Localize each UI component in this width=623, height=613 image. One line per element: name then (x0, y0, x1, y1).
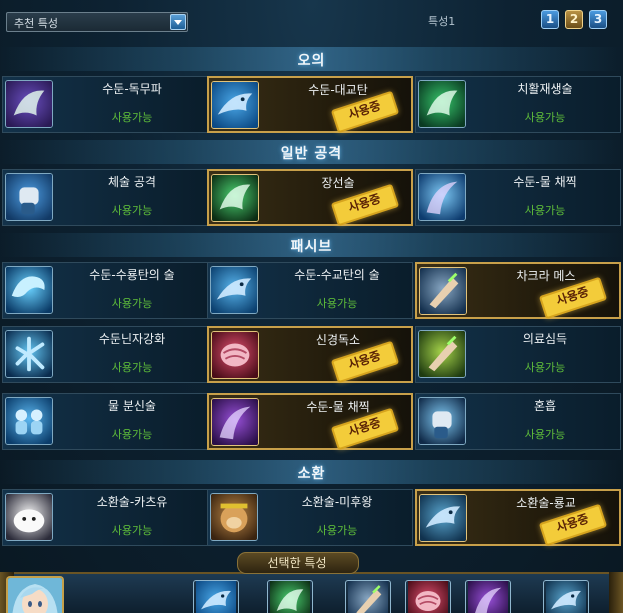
skill-card[interactable]: 수둔-수룡탄의 술사용가능 (2, 262, 208, 319)
skill-name: 수둔-수룡탄의 술 (89, 268, 175, 282)
skill-status: 사용가능 (111, 297, 153, 310)
section-title: 오의 (297, 53, 326, 69)
glowing-fist-icon (418, 397, 466, 445)
skill-card[interactable]: 체술 공격사용가능 (2, 169, 208, 226)
section-title: 일반 공격 (280, 146, 343, 162)
section-header-basic-attack: 일반 공격 (0, 140, 623, 164)
water-whip-icon (418, 173, 466, 221)
skill-status: 사용가능 (524, 428, 566, 441)
page-label: 특성1 (428, 15, 456, 28)
skill-name: 소환술-카츠유 (96, 495, 168, 509)
skill-card[interactable]: 수둔닌자강화사용가능 (2, 326, 208, 383)
chevron-down-icon[interactable] (170, 14, 186, 30)
skill-status: 사용가능 (524, 111, 566, 124)
skill-status: 사용가능 (111, 204, 153, 217)
page-button-2[interactable]: 2 (565, 10, 583, 29)
skill-card[interactable]: 치활재생술사용가능 (415, 76, 621, 133)
chakra-scalpel-icon[interactable] (345, 580, 391, 613)
skill-name: 치활재생술 (517, 82, 573, 96)
medical-hand-icon (418, 330, 466, 378)
skill-name: 체술 공격 (108, 175, 156, 189)
skill-card[interactable]: 장선술 사용중 (207, 169, 413, 227)
skill-name: 수둔-물 채찍 (513, 175, 577, 189)
skill-card[interactable]: 혼흡사용가능 (415, 393, 621, 450)
green-palm-icon (211, 174, 259, 222)
water-clone-icon (5, 397, 53, 445)
water-dragon-icon (5, 266, 53, 314)
purple-whip-icon[interactable] (465, 580, 511, 613)
brain-toxin-icon[interactable] (405, 580, 451, 613)
skill-status: 사용가능 (111, 361, 153, 374)
dropdown-label: 추천 특성 (14, 17, 58, 30)
section-title: 소환 (297, 466, 326, 482)
skill-card[interactable]: 수둔-대교탄 사용중 (207, 76, 413, 134)
skill-card[interactable]: 차크라 메스 사용중 (415, 262, 621, 320)
skill-card[interactable]: 수둔-물 채찍 사용중 (207, 393, 413, 451)
section-header-passive: 패시브 (0, 233, 623, 257)
dragon-shark-icon[interactable] (543, 580, 589, 613)
dragon-shark-icon (419, 494, 467, 542)
skill-card[interactable]: 소환술-룡교 사용중 (415, 489, 621, 547)
fist-icon (5, 173, 53, 221)
skill-card[interactable]: 수둔-수교탄의 술사용가능 (207, 262, 413, 319)
skill-name: 혼흡 (533, 399, 557, 413)
skill-card[interactable]: 물 분신술사용가능 (2, 393, 208, 450)
section-header-summon: 소환 (0, 460, 623, 484)
water-kanji-icon (5, 330, 53, 378)
selected-talents-panel: 선택한 특성 (0, 552, 623, 613)
chakra-scalpel-icon (419, 267, 467, 315)
skill-card[interactable]: 수둔-독무파사용가능 (2, 76, 208, 133)
monkey-king-icon (210, 493, 258, 541)
healing-hand-icon (418, 80, 466, 128)
character-portrait (6, 576, 64, 613)
skill-name: 의료심득 (522, 332, 568, 346)
top-bar: 추천 특성 특성1 1 2 3 (0, 0, 623, 44)
section-header-ougi: 오의 (0, 47, 623, 71)
skill-status: 사용가능 (316, 297, 358, 310)
skill-status: 사용가능 (524, 204, 566, 217)
water-shark-small-icon (210, 266, 258, 314)
selected-talents-title: 선택한 특성 (267, 556, 327, 570)
green-palm-icon[interactable] (267, 580, 313, 613)
water-shark-icon[interactable] (193, 580, 239, 613)
brain-toxin-icon (211, 331, 259, 379)
recommend-dropdown[interactable]: 추천 특성 (6, 12, 188, 32)
skill-status: 사용가능 (316, 524, 358, 537)
skill-status: 사용가능 (524, 361, 566, 374)
poison-mist-icon (5, 80, 53, 128)
purple-whip-icon (211, 398, 259, 446)
katsuyu-icon (5, 493, 53, 541)
skill-card[interactable]: 소환술-카츠유사용가능 (2, 489, 208, 546)
skill-name: 물 분신술 (108, 399, 156, 413)
skill-card[interactable]: 신경독소 사용중 (207, 326, 413, 384)
skill-card[interactable]: 수둔-물 채찍사용가능 (415, 169, 621, 226)
page-button-3[interactable]: 3 (589, 10, 607, 29)
skill-name: 수둔-수교탄의 술 (294, 268, 380, 282)
skill-name: 소환술-미후왕 (301, 495, 373, 509)
skill-status: 사용가능 (111, 111, 153, 124)
skill-card[interactable]: 소환술-미후왕사용가능 (207, 489, 413, 546)
page-button-1[interactable]: 1 (541, 10, 559, 29)
skill-status: 사용가능 (111, 428, 153, 441)
talent-window: 추천 특성 특성1 1 2 3 오의 일반 공격 패시브 소환 수둔-독무파사용… (0, 0, 623, 613)
skill-name: 수둔닌자강화 (98, 332, 166, 346)
skill-status: 사용가능 (111, 524, 153, 537)
skill-card[interactable]: 의료심득사용가능 (415, 326, 621, 383)
water-shark-icon (211, 81, 259, 129)
skill-name: 수둔-독무파 (102, 82, 162, 96)
section-title: 패시브 (290, 239, 333, 255)
